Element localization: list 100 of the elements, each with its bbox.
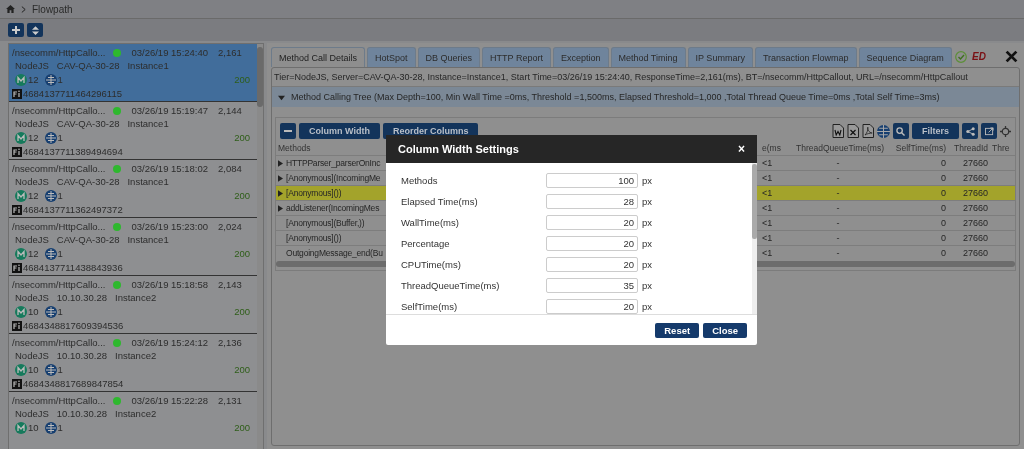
method-icon	[15, 363, 27, 376]
table-cell: 27660	[948, 185, 990, 201]
dialog-button[interactable]: Close	[703, 322, 747, 338]
column-header[interactable]: ThreadQueueTime(ms)	[790, 141, 886, 156]
export-icon	[984, 126, 994, 136]
expand-arrow-icon[interactable]	[278, 174, 283, 182]
sort-button[interactable]	[27, 23, 43, 37]
tier-label: NodeJS	[15, 408, 49, 419]
search-button[interactable]	[893, 123, 909, 139]
call-count: 1	[57, 74, 63, 85]
flowpath-item[interactable]: /nsecomm/HttpCallo... 03/26/19 15:23:00 2,024 NodeJS CAV-QA-30-28 Instance1 12 1 200 4684137711438843936	[9, 218, 257, 276]
column-header[interactable]: Methods	[276, 141, 388, 156]
network-icon	[44, 305, 57, 318]
flowpath-duration: 2,143	[218, 279, 242, 290]
method-cell[interactable]: [Anonymous]())	[276, 185, 388, 201]
word-file-icon[interactable]	[832, 124, 844, 138]
breadcrumb-item[interactable]: Flowpath	[32, 3, 73, 15]
export-button[interactable]	[981, 123, 997, 139]
instance-label: Instance2	[115, 292, 157, 303]
tab[interactable]: Method Timing	[610, 47, 686, 67]
home-icon[interactable]	[6, 5, 15, 13]
field-label: Methods	[401, 175, 439, 186]
width-input-field[interactable]: 20	[546, 236, 638, 251]
call-count: 1	[57, 422, 63, 433]
flowpath-time: 03/26/19 15:24:40	[131, 47, 209, 58]
flowpath-id: 4684137711362497372	[23, 204, 123, 215]
call-count: 1	[57, 190, 63, 201]
tab[interactable]: Exception	[552, 47, 609, 67]
tab[interactable]: HTTP Report	[482, 47, 551, 67]
table-cell: -	[790, 245, 886, 260]
check-circle-icon[interactable]	[955, 50, 968, 63]
table-cell: <1	[760, 185, 790, 201]
network-icon	[44, 131, 57, 144]
dialog-button[interactable]: Reset	[655, 322, 700, 338]
table-cell: 0	[886, 230, 948, 246]
flowpath-url: /nsecomm/HttpCallo...	[12, 279, 106, 290]
add-button[interactable]	[8, 23, 24, 37]
globe-icon[interactable]	[877, 124, 890, 138]
expand-arrow-icon[interactable]	[278, 204, 283, 212]
width-input-field[interactable]: 35	[546, 278, 638, 293]
sort-icon	[31, 25, 39, 35]
flowpath-item[interactable]: /nsecomm/HttpCallo... 03/26/19 15:19:47 2,144 NodeJS CAV-QA-30-28 Instance1 12 1 200 4684137711389494694	[9, 102, 257, 160]
method-icon	[15, 189, 27, 202]
status-code: 200	[234, 306, 251, 317]
method-name: [Anonymous]())	[286, 233, 342, 243]
close-button[interactable]: ×	[738, 142, 745, 156]
call-count: 1	[57, 248, 63, 259]
method-name: addListener(IncomingMes	[286, 203, 380, 213]
collapse-button[interactable]	[280, 123, 296, 139]
excel-file-icon[interactable]	[847, 124, 859, 138]
flowpath-item[interactable]: /nsecomm/HttpCallo... 03/26/19 15:18:58 2,143 NodeJS 10.10.30.28 Instance2 10 1 200 4684348817609394536	[9, 276, 257, 334]
flowpath-id: 4684137711438843936	[23, 262, 123, 273]
flowpath-duration: 2,084	[218, 163, 242, 174]
tab[interactable]: HotSpot	[367, 47, 416, 67]
tab[interactable]: Transaction Flowmap	[754, 47, 857, 67]
flowpath-item[interactable]: /nsecomm/HttpCallo... 03/26/19 15:24:12 2,136 NodeJS 10.10.30.28 Instance2 10 1 200 4684348817689847854	[9, 334, 257, 392]
table-cell: -	[790, 215, 886, 231]
flowpath-time: 03/26/19 15:19:47	[131, 105, 209, 116]
width-input-field[interactable]: 20	[546, 299, 638, 314]
tab[interactable]: DB Queries	[417, 47, 481, 67]
flowpath-time: 03/26/19 15:23:00	[131, 221, 209, 232]
field-label: Percentage	[401, 238, 451, 249]
network-icon	[44, 247, 57, 260]
column-header[interactable]: ThreadId	[948, 141, 990, 156]
tab[interactable]: Method Call Details	[271, 47, 366, 67]
status-code: 200	[234, 248, 251, 259]
table-cell: 27660	[948, 215, 990, 231]
tab[interactable]: IP Summary	[687, 47, 753, 67]
flowpath-item[interactable]: /nsecomm/HttpCallo... 03/26/19 15:24:40 2,161 NodeJS CAV-QA-30-28 Instance1 12 1 200 4684137711464296115	[9, 44, 257, 102]
tier-label: NodeJS	[15, 234, 49, 245]
close-icon[interactable]	[1005, 50, 1018, 63]
filters-button[interactable]: Filters	[912, 123, 959, 139]
width-input-field[interactable]: 20	[546, 215, 638, 230]
column-header[interactable]: e(ms	[760, 141, 790, 156]
tree-panel-header[interactable]: Method Calling Tree (Max Depth=100, Min Wall Time =0ms, Threshold =1,500ms, Elapsed Threshold=1,000 ,Total Thread Queue Time=0ms ,Total Self Time=3ms)	[272, 87, 1019, 107]
flowpath-time: 03/26/19 15:24:12	[131, 337, 209, 348]
status-code: 200	[234, 190, 251, 201]
server-label: 10.10.30.28	[56, 408, 107, 419]
toolbar-button[interactable]: Column Width	[299, 123, 380, 139]
column-header[interactable]: Thre	[990, 141, 1015, 156]
width-input-field[interactable]: 20	[546, 257, 638, 272]
table-cell: <1	[760, 200, 790, 216]
width-input-field[interactable]: 28	[546, 194, 638, 209]
table-cell: <1	[760, 155, 790, 171]
share-button[interactable]	[962, 123, 978, 139]
scrollbar-thumb[interactable]	[752, 164, 757, 239]
table-cell: -	[790, 155, 886, 171]
move-icon[interactable]	[1000, 125, 1011, 137]
width-input-field[interactable]: 100	[546, 173, 638, 188]
scrollbar-thumb[interactable]	[257, 47, 263, 107]
unit-label: px	[642, 217, 653, 228]
pdf-file-icon[interactable]	[862, 124, 874, 138]
expand-arrow-icon[interactable]	[278, 159, 283, 167]
method-count: 12	[28, 74, 39, 85]
tab[interactable]: Sequence Diagram	[858, 47, 952, 67]
method-icon	[15, 421, 27, 434]
flowpath-time: 03/26/19 15:18:58	[131, 279, 209, 290]
column-header[interactable]: SelfTime(ms)	[886, 141, 948, 156]
expand-arrow-icon[interactable]	[278, 189, 283, 197]
flowpath-item[interactable]: /nsecomm/HttpCallo... 03/26/19 15:18:02 2,084 NodeJS CAV-QA-30-28 Instance1 12 1 200 4684137711362497372	[9, 160, 257, 218]
